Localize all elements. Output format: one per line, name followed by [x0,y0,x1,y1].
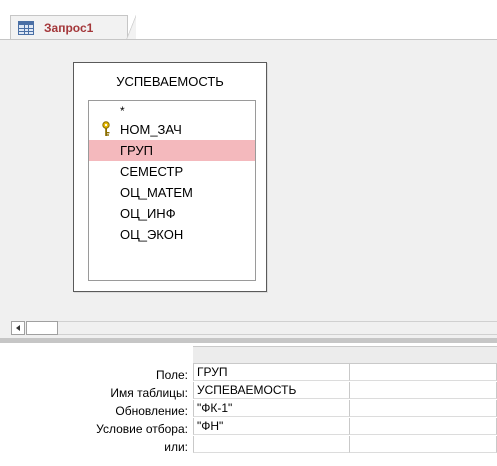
column-selector-bar[interactable] [193,346,497,364]
row-label-update: Обновление: [115,404,188,418]
primary-key-icon [102,121,110,136]
field-item-selected[interactable]: ГРУП [89,140,255,161]
cell-field[interactable]: ГРУП [193,364,350,381]
cell-field[interactable] [350,364,497,381]
query-design-pane[interactable]: УСПЕВАЕМОСТЬ * НОМ_ЗАЧ ГРУП СЕМЕСТР ОЦ_М… [0,40,497,316]
field-item[interactable]: ОЦ_ЭКОН [89,224,255,245]
horizontal-scrollbar[interactable] [0,316,497,338]
field-item[interactable]: ОЦ_МАТЕМ [89,182,255,203]
cell-update[interactable] [350,400,497,417]
field-item[interactable]: ОЦ_ИНФ [89,203,255,224]
query-tab-label: Запрос1 [44,21,94,35]
cell-criteria[interactable] [350,418,497,435]
scroll-track[interactable] [58,321,497,335]
cell-update[interactable]: "ФК-1" [193,400,350,417]
table-title[interactable]: УСПЕВАЕМОСТЬ [74,74,266,89]
field-label: НОМ_ЗАЧ [120,122,182,137]
row-label-criteria: Условие отбора: [96,422,188,436]
cell-criteria[interactable]: "ФН" [193,418,350,435]
row-label-table: Имя таблицы: [110,386,188,400]
design-grid: Поле: Имя таблицы: Обновление: Условие о… [0,343,497,466]
cell-table[interactable] [350,382,497,399]
row-label-field: Поле: [155,368,188,382]
cell-or[interactable] [193,436,350,453]
cell-or[interactable] [350,436,497,453]
row-label-or: или: [164,440,188,454]
field-item-key[interactable]: НОМ_ЗАЧ [89,119,255,140]
query-table-icon [18,21,34,35]
scroll-left-arrow-icon[interactable] [11,321,25,335]
scroll-thumb[interactable] [26,321,58,335]
cell-table[interactable]: УСПЕВАЕМОСТЬ [193,382,350,399]
field-list: * НОМ_ЗАЧ ГРУП СЕМЕСТР ОЦ_МАТЕМ ОЦ_ИНФ О… [88,100,256,281]
document-tab-bar: Запрос1 [0,0,497,40]
table-field-list-window[interactable]: УСПЕВАЕМОСТЬ * НОМ_ЗАЧ ГРУП СЕМЕСТР ОЦ_М… [73,62,267,292]
field-item[interactable]: СЕМЕСТР [89,161,255,182]
grid-columns: ГРУП УСПЕВАЕМОСТЬ "ФК-1" "ФН" [193,346,497,466]
query-tab[interactable]: Запрос1 [10,15,136,40]
